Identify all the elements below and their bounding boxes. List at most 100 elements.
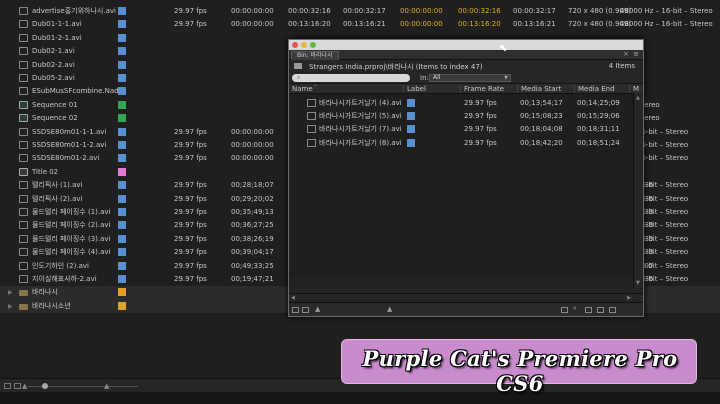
search-input[interactable]: ⌕ bbox=[292, 74, 410, 82]
label-color-chip[interactable] bbox=[118, 181, 126, 190]
sort-arrow-icon: ⌃ bbox=[313, 84, 319, 91]
bin-item-row[interactable]: 바라나시가트거닐기 (8).avi 29.97 fps 00;18;42;20 00;… bbox=[289, 137, 629, 150]
label-color-chip[interactable] bbox=[407, 125, 415, 134]
zoom-out-icon[interactable]: ▲ bbox=[22, 382, 27, 390]
row-t1: 00:00:00:00 bbox=[231, 127, 274, 136]
new-bin-icon[interactable] bbox=[585, 307, 592, 313]
clip-icon bbox=[19, 234, 28, 243]
vertical-scrollbar[interactable]: ▲ ▼ bbox=[633, 93, 643, 288]
label-color-chip[interactable] bbox=[118, 20, 126, 29]
row-fps: 29.97 fps bbox=[174, 7, 207, 15]
label-color-chip[interactable] bbox=[118, 60, 126, 69]
label-color-chip[interactable] bbox=[118, 208, 126, 216]
bin-item-media-start: 00;18;42;20 bbox=[520, 138, 563, 147]
scroll-left-icon[interactable]: ◀ bbox=[291, 295, 295, 301]
bin-tab[interactable]: Bin: 바라나시 bbox=[291, 51, 339, 60]
clip-icon bbox=[19, 33, 28, 42]
clip-icon bbox=[19, 74, 28, 82]
label-color-chip[interactable] bbox=[118, 234, 126, 243]
row-name: advertise홍기위하나시.avi bbox=[32, 7, 116, 15]
delete-icon[interactable] bbox=[609, 307, 616, 313]
label-color-chip[interactable] bbox=[118, 248, 126, 257]
folder-icon bbox=[19, 303, 28, 310]
minimize-window-icon[interactable] bbox=[301, 42, 307, 48]
panel-menu-icon[interactable]: ≡ bbox=[633, 50, 639, 58]
col-label[interactable]: Label bbox=[403, 85, 426, 93]
clip-icon bbox=[19, 221, 28, 230]
bin-horizontal-scrollbar[interactable]: ◀ ▶ bbox=[289, 293, 643, 301]
label-color-chip[interactable] bbox=[118, 127, 126, 136]
icon-view-icon[interactable] bbox=[302, 307, 309, 313]
label-color-chip[interactable] bbox=[118, 167, 126, 176]
label-color-chip[interactable] bbox=[118, 275, 126, 283]
scroll-up-icon[interactable]: ▲ bbox=[636, 95, 640, 101]
list-view-icon[interactable] bbox=[292, 307, 299, 313]
clip-icon bbox=[19, 208, 28, 216]
scroll-right-icon[interactable]: ▶ bbox=[627, 295, 631, 301]
row-t2: 00:00:32:16 bbox=[288, 7, 331, 15]
label-color-chip[interactable] bbox=[118, 74, 126, 82]
row-name: Sequence 01 bbox=[32, 100, 78, 109]
label-color-chip[interactable] bbox=[407, 112, 415, 121]
label-color-chip[interactable] bbox=[118, 114, 126, 123]
bin-item-row[interactable]: 바라나시가트거닐기 (5).avi 29.97 fps 00;15;08;23 00;… bbox=[289, 110, 629, 123]
disclosure-triangle-icon[interactable]: ▶ bbox=[8, 288, 13, 297]
find-icon[interactable]: ⌕ bbox=[573, 304, 580, 312]
clip-icon bbox=[19, 141, 28, 149]
col-name[interactable]: Name bbox=[289, 85, 313, 93]
row-t1: 00;36;27;25 bbox=[231, 221, 274, 230]
row-name: 바라나시 bbox=[32, 288, 58, 297]
label-color-chip[interactable] bbox=[118, 141, 126, 149]
row-name: SSDSE80m01-2.avi bbox=[32, 154, 100, 163]
bin-item-row[interactable]: 바라나시가트거닐기 (4).avi 29.97 fps 00;13;54;17 00;… bbox=[289, 97, 629, 110]
label-color-chip[interactable] bbox=[118, 47, 126, 56]
label-color-chip[interactable] bbox=[118, 194, 126, 203]
in-filter-select[interactable]: All ▼ bbox=[429, 74, 511, 82]
zoom-in-icon[interactable]: ▲ bbox=[387, 305, 394, 313]
zoom-window-icon[interactable] bbox=[310, 42, 316, 48]
list-view-icon[interactable] bbox=[4, 383, 11, 389]
row-name: Dub02-2.avi bbox=[32, 60, 75, 69]
label-color-chip[interactable] bbox=[118, 100, 126, 109]
col-frame-rate[interactable]: Frame Rate bbox=[460, 85, 504, 93]
icon-view-icon[interactable] bbox=[14, 383, 21, 389]
row-name: Title 02 bbox=[32, 167, 59, 176]
row-t3: 00:00:32:17 bbox=[343, 7, 386, 15]
col-media-end[interactable]: Media End bbox=[574, 85, 615, 93]
project-row[interactable]: advertise홍기위하나시.avi 29.97 fps 00:00:00:00 0… bbox=[0, 5, 720, 18]
label-color-chip[interactable] bbox=[118, 87, 126, 96]
bin-item-row[interactable]: 바라나시가트거닐기 (7).avi 29.97 fps 00;18;04;08 00;… bbox=[289, 123, 629, 136]
bin-item-media-start: 00;18;04;08 bbox=[520, 125, 563, 134]
bin-header: Strangers India.prproj\바라나시 (Items to in… bbox=[289, 60, 643, 72]
col-media-start[interactable]: Media Start bbox=[517, 85, 561, 93]
bin-item-fps: 29.97 fps bbox=[464, 138, 497, 147]
label-color-chip[interactable] bbox=[118, 221, 126, 230]
close-window-icon[interactable] bbox=[292, 42, 298, 48]
label-color-chip[interactable] bbox=[118, 154, 126, 163]
tab-close-icon[interactable]: × bbox=[623, 50, 629, 58]
label-color-chip[interactable] bbox=[407, 99, 415, 107]
bin-item-name: 바라나시가트거닐기 (7).avi bbox=[319, 125, 402, 134]
in-label: In: bbox=[420, 74, 429, 82]
new-item-icon[interactable] bbox=[597, 307, 604, 313]
automate-icon[interactable] bbox=[561, 307, 568, 313]
col-more[interactable]: Med bbox=[629, 85, 639, 93]
label-color-chip[interactable] bbox=[118, 33, 126, 42]
zoom-out-icon[interactable]: ▲ bbox=[315, 305, 322, 313]
label-color-chip[interactable] bbox=[118, 301, 126, 310]
zoom-in-icon[interactable]: ▲ bbox=[104, 382, 109, 390]
label-color-chip[interactable] bbox=[118, 7, 126, 15]
search-icon: ⌕ bbox=[297, 74, 301, 81]
label-color-chip[interactable] bbox=[407, 138, 415, 147]
disclosure-triangle-icon[interactable]: ▶ bbox=[8, 302, 13, 311]
zoom-slider-knob[interactable] bbox=[42, 383, 48, 389]
project-row[interactable]: Dub01-1-1.avi 29.97 fps 00:00:00:00 00:13:1… bbox=[0, 18, 720, 31]
bin-item-fps: 29.97 fps bbox=[464, 112, 497, 121]
scroll-down-icon[interactable]: ▼ bbox=[636, 280, 640, 286]
sequence-icon bbox=[19, 100, 28, 109]
clip-icon bbox=[307, 138, 316, 147]
label-color-chip[interactable] bbox=[118, 261, 126, 270]
clip-icon bbox=[19, 154, 28, 163]
bin-titlebar[interactable] bbox=[289, 40, 643, 50]
label-color-chip[interactable] bbox=[118, 288, 126, 297]
